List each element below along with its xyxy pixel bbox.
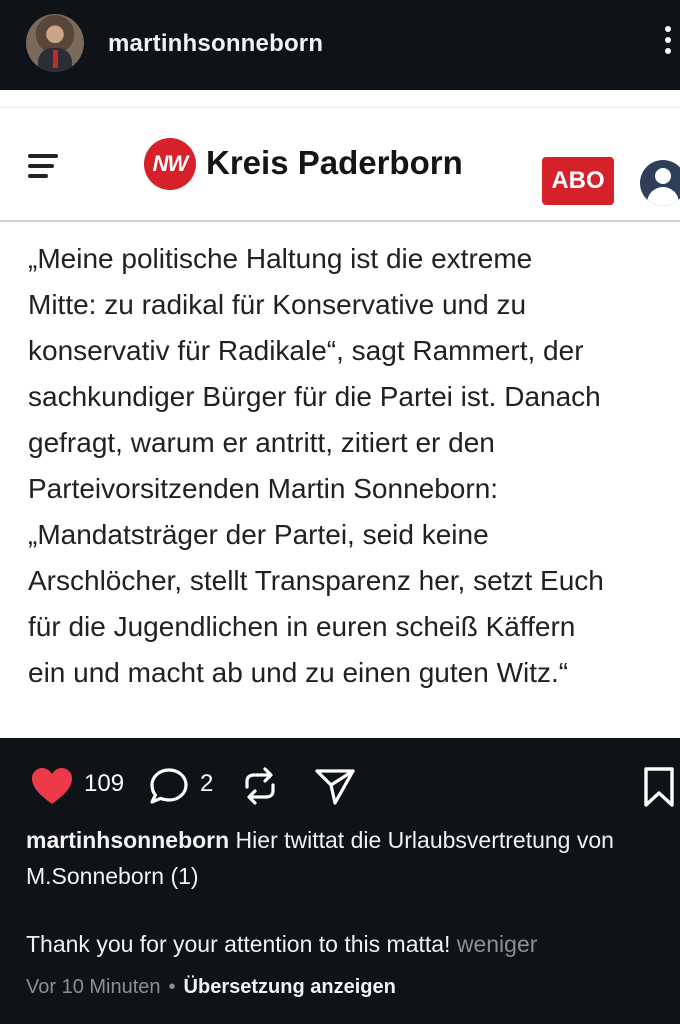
share-icon[interactable] xyxy=(314,766,356,806)
repost-icon[interactable] xyxy=(240,766,280,806)
heart-icon[interactable] xyxy=(30,766,74,806)
post-meta: Vor 10 Minuten • Übersetzung anzeigen xyxy=(26,972,680,1002)
logo-title: Kreis Paderborn xyxy=(206,144,463,181)
post-time: Vor 10 Minuten xyxy=(26,976,161,998)
comment-count[interactable]: 2 xyxy=(200,770,213,798)
nw-logo-badge: NW xyxy=(144,138,196,190)
abo-button: ABO xyxy=(542,157,614,205)
article-header: NW Kreis Paderborn ABO xyxy=(0,107,680,222)
post-image[interactable]: NW Kreis Paderborn ABO „Meine politische… xyxy=(0,90,680,738)
like-count[interactable]: 109 xyxy=(84,770,124,798)
logo-badge-text: NW xyxy=(152,151,189,176)
bookmark-icon[interactable] xyxy=(642,766,676,808)
user-account-icon xyxy=(640,160,680,206)
caption-username[interactable]: martinhsonneborn xyxy=(26,827,229,853)
newspaper-logo: NW Kreis Paderborn xyxy=(144,136,474,190)
caption-line-2: Thank you for your attention to this mat… xyxy=(26,931,451,957)
post-caption-continued: Thank you for your attention to this mat… xyxy=(26,926,680,962)
translate-link[interactable]: Übersetzung anzeigen xyxy=(184,976,396,998)
less-link[interactable]: weniger xyxy=(450,931,538,957)
avatar[interactable] xyxy=(26,14,84,72)
more-vertical-icon[interactable] xyxy=(662,26,674,62)
hamburger-menu-icon xyxy=(28,154,58,180)
post-actions: 109 2 xyxy=(0,760,680,810)
meta-separator: • xyxy=(168,976,176,998)
post-header-bar: martinhsonneborn xyxy=(0,0,680,90)
comment-icon[interactable] xyxy=(148,766,190,806)
avatar-tie xyxy=(53,50,58,68)
post-caption: martinhsonneborn Hier twittat die Urlaub… xyxy=(26,822,680,894)
profile-username[interactable]: martinhsonneborn xyxy=(108,30,323,58)
article-body-text: „Meine politische Haltung ist die extrem… xyxy=(28,243,604,688)
